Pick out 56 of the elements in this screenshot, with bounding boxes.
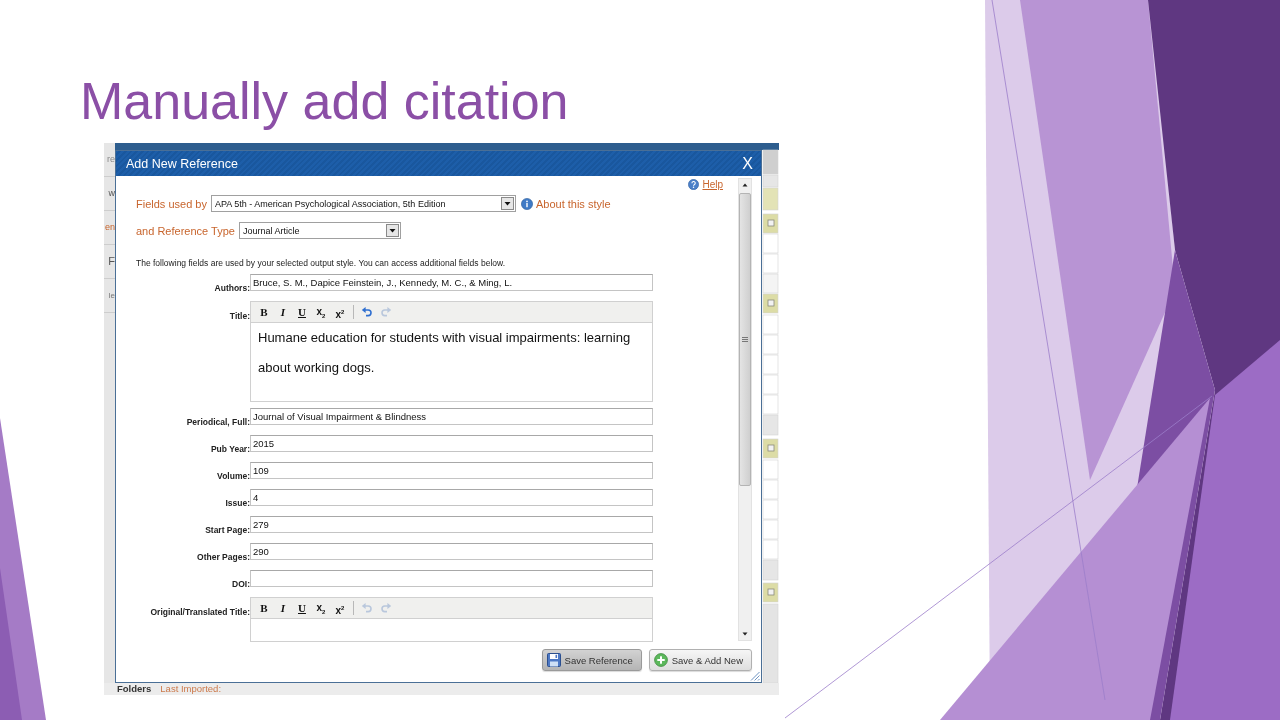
info-icon	[520, 197, 533, 210]
field-label: Issue:	[225, 498, 250, 508]
text-field[interactable]: 290	[250, 543, 653, 560]
editor-text-area[interactable]: Humane education for students with visual impairments: learning about working dogs.	[250, 323, 653, 402]
text-field[interactable]: 2015	[250, 435, 653, 452]
help-icon	[688, 179, 700, 190]
resize-grip-icon[interactable]	[750, 671, 760, 681]
field-label: Fields used by	[136, 197, 207, 210]
save-reference-button[interactable]: Save Reference	[541, 649, 642, 671]
text-field[interactable]: Journal of Visual Impairment & Blindness	[250, 408, 653, 425]
superscript-button[interactable]: x$^{2}$	[331, 599, 349, 617]
text-fragment: F	[108, 256, 115, 267]
bold-button[interactable]: B	[255, 303, 273, 321]
text-field[interactable]: 4	[250, 489, 653, 506]
about-style-link[interactable]: About this style	[520, 197, 611, 210]
save-and-add-new-button[interactable]: Save & Add New	[648, 649, 752, 671]
subscript-button[interactable]: x$_{2}$	[312, 599, 330, 617]
field-label: Original/Translated Title:	[150, 607, 250, 617]
text-field[interactable]: Bruce, S. M., Dapice Feinstein, J., Kennedy, M. C., & Ming, L.	[250, 274, 653, 291]
editor-text-area[interactable]	[250, 619, 653, 642]
undo-icon[interactable]	[361, 306, 373, 318]
plus-circle-icon	[653, 653, 668, 667]
field-label: DOI:	[232, 579, 250, 589]
field-label: Start Page:	[205, 525, 250, 535]
text-fragment: re	[107, 154, 115, 165]
field-label: Pub Year:	[210, 444, 250, 454]
italic-button[interactable]: I	[274, 303, 292, 321]
dialog-title: Add New Reference	[126, 156, 238, 171]
form-note: The following fields are used by your selected output style. You can access additional fields below.	[136, 258, 506, 268]
style-select[interactable]: APA 5th - American Psychological Association, 5th Edition	[210, 195, 516, 212]
bold-button[interactable]: B	[255, 599, 273, 617]
field-label: Other Pages:	[197, 552, 250, 562]
text-fragment: w	[108, 188, 115, 199]
help-link[interactable]: Help	[688, 178, 723, 191]
superscript-button[interactable]: x$^{2}$	[331, 303, 349, 321]
field-label: Title:	[229, 311, 250, 321]
text-fragment: le	[108, 290, 115, 301]
field-label: Volume:	[217, 471, 250, 481]
close-button[interactable]: X	[740, 154, 755, 173]
caret-icon	[500, 197, 514, 210]
field-label: and Reference Type	[136, 224, 235, 237]
text-fragment: en	[105, 222, 115, 233]
subscript-button[interactable]: x$_{2}$	[312, 303, 330, 321]
slide-title: Manually add citation	[80, 71, 569, 131]
text-field[interactable]: 279	[250, 516, 653, 533]
field-label: Periodical, Full:	[186, 417, 250, 427]
underline-button[interactable]: U	[293, 599, 311, 617]
scrollbar-thumb[interactable]	[739, 193, 751, 486]
text-field[interactable]: 109	[250, 462, 653, 479]
caret-icon	[385, 224, 399, 237]
text-field[interactable]	[250, 570, 653, 587]
field-label: Authors:	[214, 283, 250, 293]
section-heading: Folders	[117, 683, 152, 695]
reference-type-select[interactable]: Journal Article	[238, 222, 401, 239]
underline-button[interactable]: U	[293, 303, 311, 321]
italic-button[interactable]: I	[274, 599, 292, 617]
